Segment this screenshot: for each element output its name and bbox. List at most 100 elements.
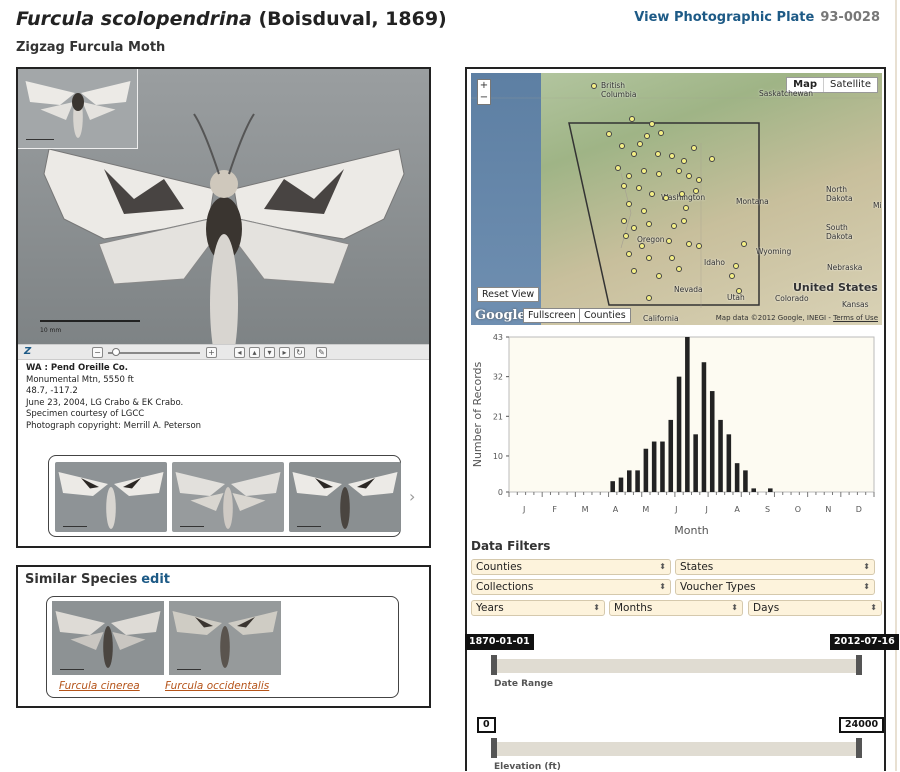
months-select[interactable]: Months ⬍ xyxy=(609,600,743,616)
specimen-photo[interactable]: 10 mm xyxy=(18,69,429,344)
record-point[interactable] xyxy=(666,238,672,244)
elevation-min-handle[interactable] xyxy=(491,738,497,758)
photo-navigator-thumb[interactable] xyxy=(18,69,138,149)
record-point[interactable] xyxy=(679,191,685,197)
carousel-next-icon[interactable]: › xyxy=(409,487,415,506)
record-point[interactable] xyxy=(649,121,655,127)
record-point[interactable] xyxy=(621,218,627,224)
record-point[interactable] xyxy=(626,201,632,207)
record-point[interactable] xyxy=(641,168,647,174)
similar-thumb-occidentalis[interactable] xyxy=(169,601,281,675)
view-plate-link[interactable]: View Photographic Plate xyxy=(634,10,814,25)
record-point[interactable] xyxy=(637,141,643,147)
pan-right-button[interactable]: ▸ xyxy=(279,347,290,358)
record-point[interactable] xyxy=(736,288,742,294)
carousel-thumb-third[interactable] xyxy=(289,462,401,532)
record-point[interactable] xyxy=(639,243,645,249)
carousel-thumb-dorsal[interactable] xyxy=(55,462,167,532)
record-point[interactable] xyxy=(656,171,662,177)
pan-up-button[interactable]: ▴ xyxy=(249,347,260,358)
collections-select[interactable]: Collections ⬍ xyxy=(471,579,671,595)
counties-select[interactable]: Counties ⬍ xyxy=(471,559,671,575)
map-terms-link[interactable]: Terms of Use xyxy=(833,314,878,322)
map-counties-button[interactable]: Counties xyxy=(579,308,631,323)
record-point[interactable] xyxy=(693,188,699,194)
map-type-satellite[interactable]: Satellite xyxy=(824,78,877,92)
record-point[interactable] xyxy=(709,156,715,162)
similar-thumb-cinerea[interactable] xyxy=(52,601,164,675)
record-point[interactable] xyxy=(646,295,652,301)
record-point[interactable] xyxy=(626,251,632,257)
similar-edit-link[interactable]: edit xyxy=(141,572,170,587)
record-point[interactable] xyxy=(631,151,637,157)
date-range-max-handle[interactable] xyxy=(856,655,862,675)
record-point[interactable] xyxy=(729,273,735,279)
zoom-in-button[interactable]: + xyxy=(206,347,217,358)
record-point[interactable] xyxy=(631,268,637,274)
record-point[interactable] xyxy=(683,205,689,211)
zoom-slider-track[interactable] xyxy=(108,352,200,354)
map-zoom-control[interactable]: + − xyxy=(477,79,491,105)
similar-name-cinerea[interactable]: Furcula cinerea xyxy=(59,680,140,692)
record-point[interactable] xyxy=(696,177,702,183)
map-reset-view-button[interactable]: Reset View xyxy=(477,287,540,302)
map-zoom-out[interactable]: − xyxy=(478,92,490,104)
carousel-thumb-ventral[interactable] xyxy=(172,462,284,532)
states-select[interactable]: States ⬍ xyxy=(675,559,875,575)
record-point[interactable] xyxy=(691,145,697,151)
record-point[interactable] xyxy=(623,233,629,239)
distribution-map[interactable]: + − Map Satellite British Columbia Saskat… xyxy=(471,73,882,325)
map-fullscreen-button[interactable]: Fullscreen xyxy=(523,308,581,323)
record-point[interactable] xyxy=(671,223,677,229)
record-point[interactable] xyxy=(676,266,682,272)
specimen-panel: 10 mm Z − + ◂ ▴ ▾ ▸ ↻ ✎ WA : Pend Oreill… xyxy=(16,67,431,548)
elevation-track[interactable] xyxy=(493,742,860,756)
record-point[interactable] xyxy=(663,195,669,201)
record-point[interactable] xyxy=(696,243,702,249)
record-point[interactable] xyxy=(676,168,682,174)
record-point[interactable] xyxy=(606,131,612,137)
record-point[interactable] xyxy=(629,116,635,122)
date-range-min-handle[interactable] xyxy=(491,655,497,675)
zoom-slider-handle[interactable] xyxy=(112,348,120,356)
record-point[interactable] xyxy=(644,133,650,139)
record-point[interactable] xyxy=(636,185,642,191)
record-point[interactable] xyxy=(669,153,675,159)
record-point[interactable] xyxy=(626,173,632,179)
pan-left-button[interactable]: ◂ xyxy=(234,347,245,358)
similar-name-occidentalis[interactable]: Furcula occidentalis xyxy=(165,680,269,692)
record-point[interactable] xyxy=(619,143,625,149)
record-point[interactable] xyxy=(631,225,637,231)
record-point[interactable] xyxy=(741,241,747,247)
record-point[interactable] xyxy=(681,158,687,164)
date-range-track[interactable] xyxy=(493,659,860,673)
years-select[interactable]: Years ⬍ xyxy=(471,600,605,616)
record-point[interactable] xyxy=(591,83,597,89)
days-select[interactable]: Days ⬍ xyxy=(748,600,882,616)
record-point[interactable] xyxy=(621,183,627,189)
record-point[interactable] xyxy=(615,165,621,171)
record-point[interactable] xyxy=(686,241,692,247)
record-point[interactable] xyxy=(733,263,739,269)
reset-icon[interactable]: ↻ xyxy=(294,347,305,358)
record-point[interactable] xyxy=(656,273,662,279)
zoom-out-button[interactable]: − xyxy=(92,347,103,358)
annotate-icon[interactable]: ✎ xyxy=(316,347,327,358)
record-point[interactable] xyxy=(658,130,664,136)
record-point[interactable] xyxy=(669,255,675,261)
map-label-sask: Saskatchewan xyxy=(759,89,813,98)
plate-number: 93-0028 xyxy=(820,10,880,25)
record-point[interactable] xyxy=(655,151,661,157)
record-point[interactable] xyxy=(649,191,655,197)
record-point[interactable] xyxy=(681,218,687,224)
elevation-max-handle[interactable] xyxy=(856,738,862,758)
chart-bar xyxy=(751,488,756,492)
record-point[interactable] xyxy=(686,173,692,179)
record-point[interactable] xyxy=(641,208,647,214)
voucher-types-select[interactable]: Voucher Types ⬍ xyxy=(675,579,875,595)
record-point[interactable] xyxy=(646,221,652,227)
pan-down-button[interactable]: ▾ xyxy=(264,347,275,358)
record-point[interactable] xyxy=(646,255,652,261)
map-zoom-in[interactable]: + xyxy=(478,80,490,92)
moth-thumb-image xyxy=(25,81,131,140)
